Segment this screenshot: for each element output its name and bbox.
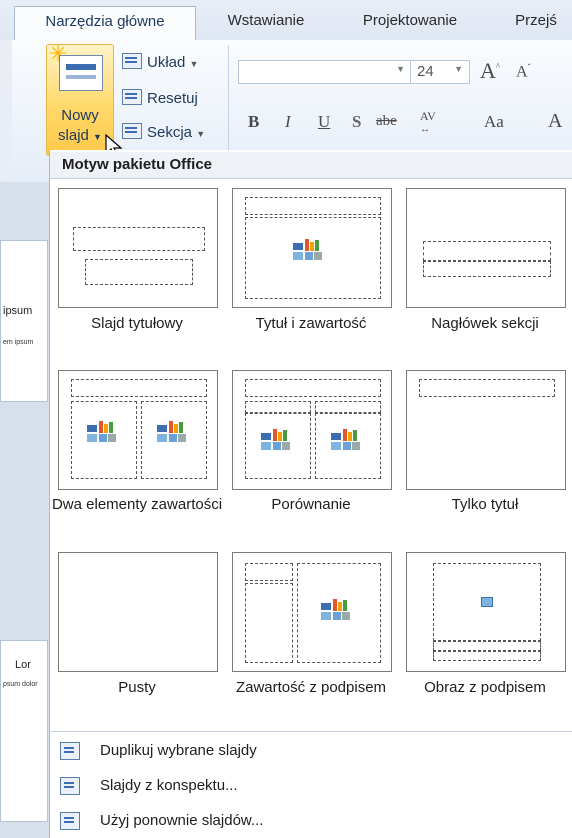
gallery-header: Motyw pakietu Office (62, 156, 213, 173)
bold-button[interactable]: B (248, 112, 259, 132)
font-size-value: 24 (417, 63, 434, 80)
layout-section-header[interactable] (406, 188, 566, 308)
menu-duplicate-slides[interactable]: Duplikuj wybrane slajdy (100, 742, 257, 759)
chevron-down-icon: ▼ (196, 129, 206, 139)
layout-picture-caption[interactable] (406, 552, 566, 672)
slide-thumbnail[interactable]: Lor psum dolor (0, 640, 48, 822)
tab-transitions[interactable]: Przejś (500, 6, 572, 40)
reset-label: Resetuj (147, 90, 198, 107)
reset-button[interactable]: Resetuj (122, 88, 198, 110)
slide-icon (59, 55, 103, 91)
menu-reuse-slides[interactable]: Użyj ponownie slajdów... (100, 812, 263, 829)
layout-comparison[interactable] (232, 370, 392, 490)
layout-label: Dwa elementy zawartości (51, 496, 223, 513)
chevron-down-icon: ▼ (454, 64, 463, 74)
grow-font-button[interactable]: A^ (480, 58, 500, 84)
font-name-combo[interactable]: ▼ (238, 60, 412, 84)
layout-label: Obraz z podpisem (424, 679, 546, 696)
italic-button[interactable]: I (285, 112, 291, 132)
shadow-button[interactable]: S (352, 112, 361, 132)
layout-title-only[interactable] (406, 370, 566, 490)
section-icon (122, 123, 142, 139)
slide-text: em ipsum (3, 339, 34, 346)
layout-content-caption[interactable] (232, 552, 392, 672)
change-case-button[interactable]: Aa (484, 112, 504, 132)
grow-font-label: A (480, 58, 496, 83)
ribbon-left-group (0, 40, 12, 182)
menu-separator (50, 731, 572, 732)
menu-slides-from-outline[interactable]: Slajdy z konspektu... (100, 777, 238, 794)
layout-label: Zawartość z podpisem (235, 679, 387, 696)
font-color-button[interactable]: A (548, 110, 562, 133)
layout-title-content[interactable] (232, 188, 392, 308)
section-button[interactable]: Sekcja ▼ (122, 122, 205, 144)
chevron-down-icon: ▼ (396, 64, 405, 74)
duplicate-slides-icon (60, 742, 80, 760)
underline-button[interactable]: U (318, 112, 330, 132)
content-icon (87, 421, 117, 443)
layout-label: Tytuł i zawartość (255, 315, 367, 332)
content-icon (331, 429, 361, 451)
layout-label: Pusty (118, 679, 156, 696)
layout-label: Porównanie (271, 496, 351, 513)
chevron-down-icon: ▼ (93, 132, 102, 142)
slide-text: Lor (15, 659, 31, 671)
content-icon (157, 421, 187, 443)
reuse-slides-icon (60, 812, 80, 830)
slide-text: ipsum (3, 305, 33, 317)
layout-blank[interactable] (58, 552, 218, 672)
layout-title-slide[interactable] (58, 188, 218, 308)
content-icon (261, 429, 291, 451)
slides-from-outline-icon (60, 777, 80, 795)
tab-design[interactable]: Projektowanie (340, 6, 480, 40)
layout-label: Układ (147, 54, 186, 71)
shrink-font-label: A (516, 63, 528, 81)
slide-text: psum dolor (3, 681, 38, 688)
char-spacing-label: AV (420, 109, 436, 123)
tab-home[interactable]: Narzędzia główne (14, 6, 196, 41)
tab-insert[interactable]: Wstawianie (210, 6, 322, 40)
section-label: Sekcja (147, 124, 193, 141)
layout-button[interactable]: Układ ▼ (122, 52, 198, 74)
content-icon (293, 239, 323, 261)
picture-icon (481, 597, 493, 607)
content-icon (321, 599, 351, 621)
char-spacing-button[interactable]: AV ↔ (420, 110, 436, 136)
layout-label: Tylko tytuł (451, 496, 519, 513)
layout-label: Slajd tytułowy (91, 315, 183, 332)
slide-thumbnail[interactable]: ipsum em ipsum (0, 240, 48, 402)
chevron-down-icon: ▼ (189, 59, 199, 69)
layout-label: Nagłówek sekcji (431, 315, 539, 332)
shrink-font-button[interactable]: Aˇ (516, 62, 531, 81)
font-size-combo[interactable]: 24 ▼ (410, 60, 470, 84)
layout-icon (122, 53, 142, 69)
strikethrough-button[interactable]: abe (376, 113, 397, 130)
layout-two-content[interactable] (58, 370, 218, 490)
reset-icon (122, 89, 142, 105)
new-slide-label-line1: Nowy (61, 107, 99, 124)
new-slide-label-line2: slajd (58, 127, 89, 144)
